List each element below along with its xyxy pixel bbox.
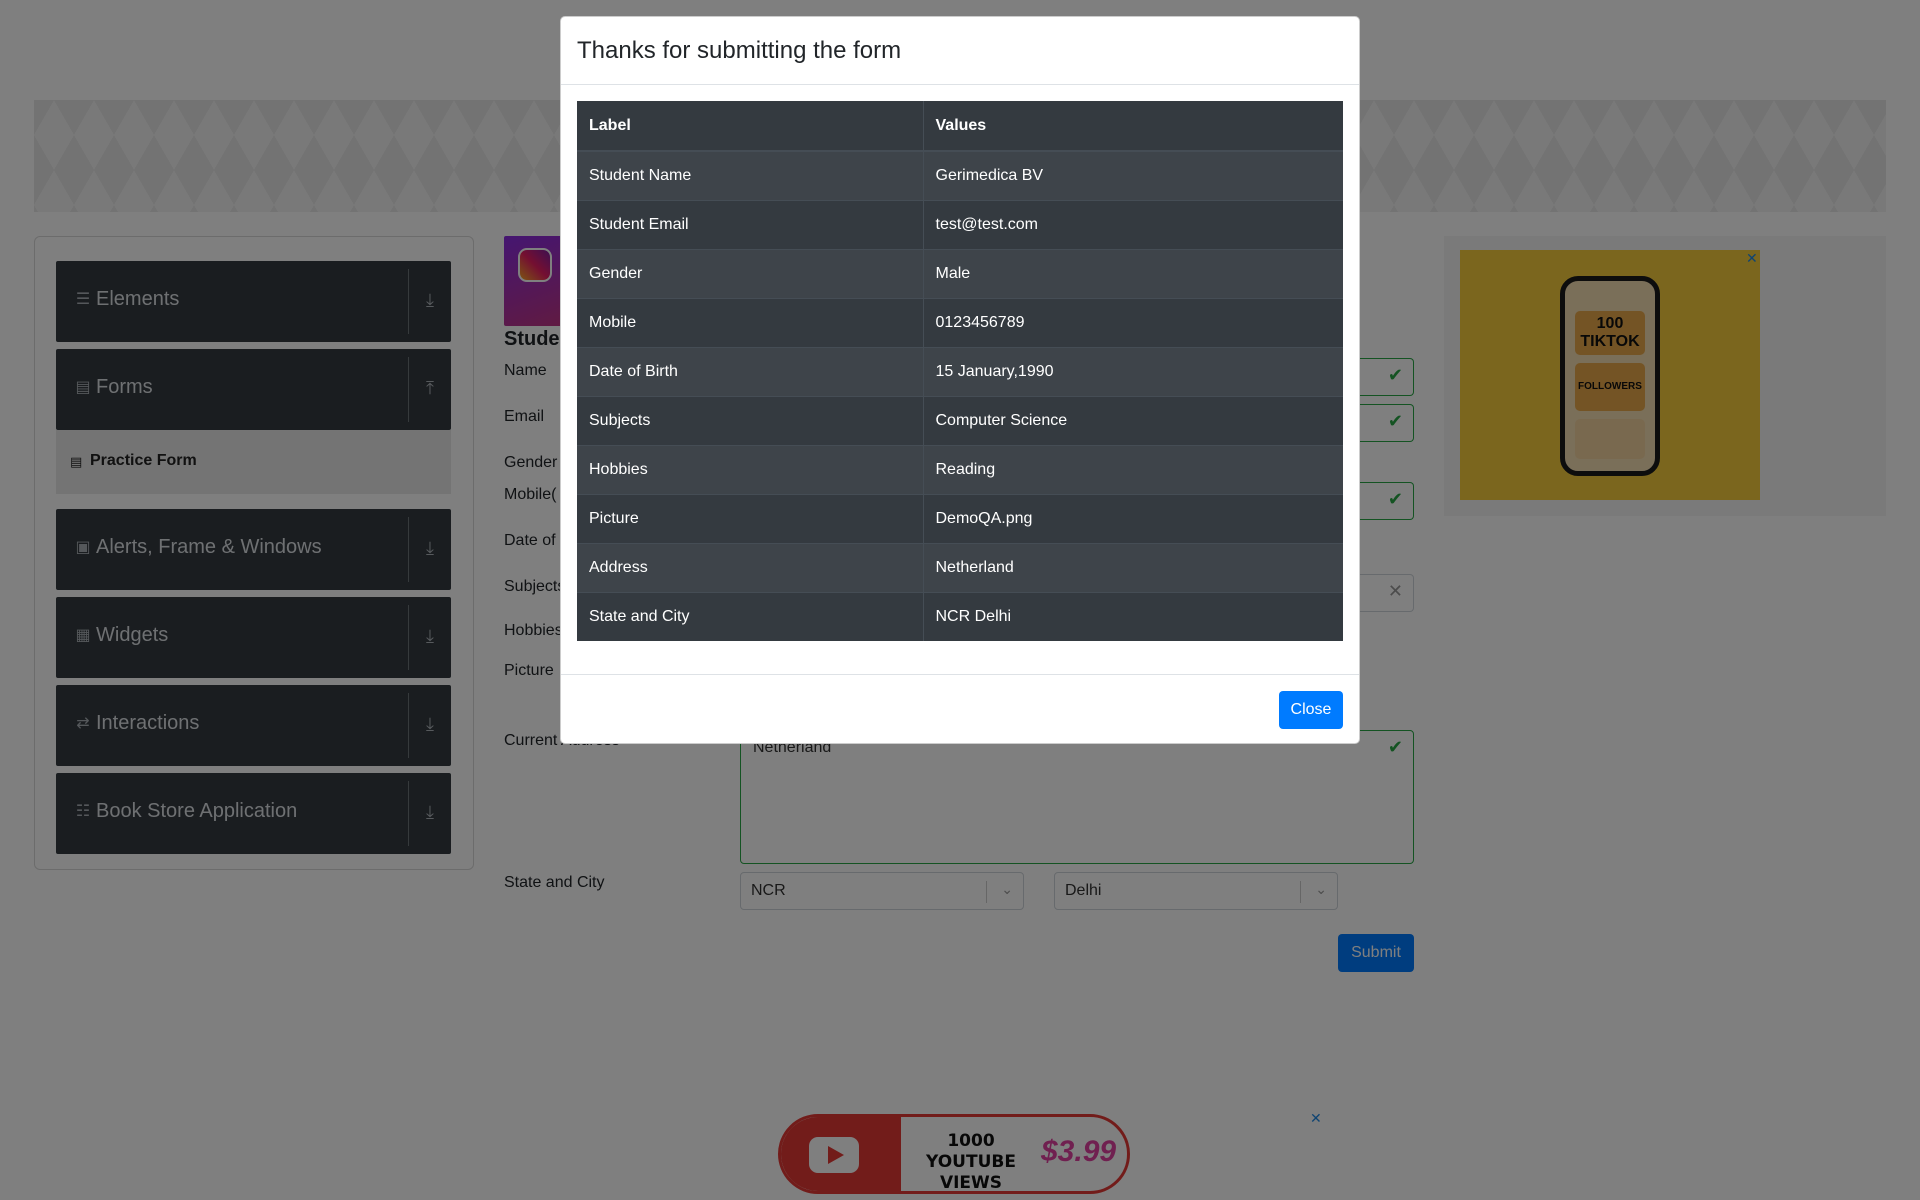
row-value: DemoQA.png (923, 493, 1343, 543)
row-label: Date of Birth (577, 346, 924, 396)
table-row: Student Email test@test.com (577, 199, 1343, 249)
row-value: Male (923, 248, 1343, 298)
row-label: Mobile (577, 297, 924, 347)
table-row: Hobbies Reading (577, 444, 1343, 494)
row-label: Gender (577, 248, 924, 298)
row-value: Gerimedica BV (923, 150, 1343, 200)
table-row: Picture DemoQA.png (577, 493, 1343, 543)
row-label: Subjects (577, 395, 924, 445)
row-value: NCR Delhi (923, 591, 1343, 641)
table-header-row: Label Values (577, 101, 1343, 152)
table-row: Date of Birth 15 January,1990 (577, 346, 1343, 396)
modal-header: Thanks for submitting the form (561, 17, 1359, 85)
row-value: Netherland (923, 542, 1343, 592)
row-label: Address (577, 542, 924, 592)
modal-footer: Close (561, 674, 1359, 744)
row-value: 15 January,1990 (923, 346, 1343, 396)
row-label: Student Name (577, 150, 924, 200)
table-row: Gender Male (577, 248, 1343, 298)
table-row: State and City NCR Delhi (577, 591, 1343, 641)
close-button[interactable]: Close (1279, 691, 1343, 729)
row-value: 0123456789 (923, 297, 1343, 347)
row-label: Student Email (577, 199, 924, 249)
submission-modal: Thanks for submitting the form Label Val… (560, 16, 1360, 744)
table-row: Student Name Gerimedica BV (577, 150, 1343, 200)
row-value: Reading (923, 444, 1343, 494)
row-label: State and City (577, 591, 924, 641)
results-table: Label Values Student Name Gerimedica BV S… (577, 101, 1343, 641)
table-row: Subjects Computer Science (577, 395, 1343, 445)
row-label: Picture (577, 493, 924, 543)
row-value: test@test.com (923, 199, 1343, 249)
row-label: Hobbies (577, 444, 924, 494)
modal-title: Thanks for submitting the form (577, 37, 902, 64)
table-row: Mobile 0123456789 (577, 297, 1343, 347)
column-header-values: Values (923, 101, 1343, 152)
column-header-label: Label (577, 101, 924, 152)
row-value: Computer Science (923, 395, 1343, 445)
table-row: Address Netherland (577, 542, 1343, 592)
